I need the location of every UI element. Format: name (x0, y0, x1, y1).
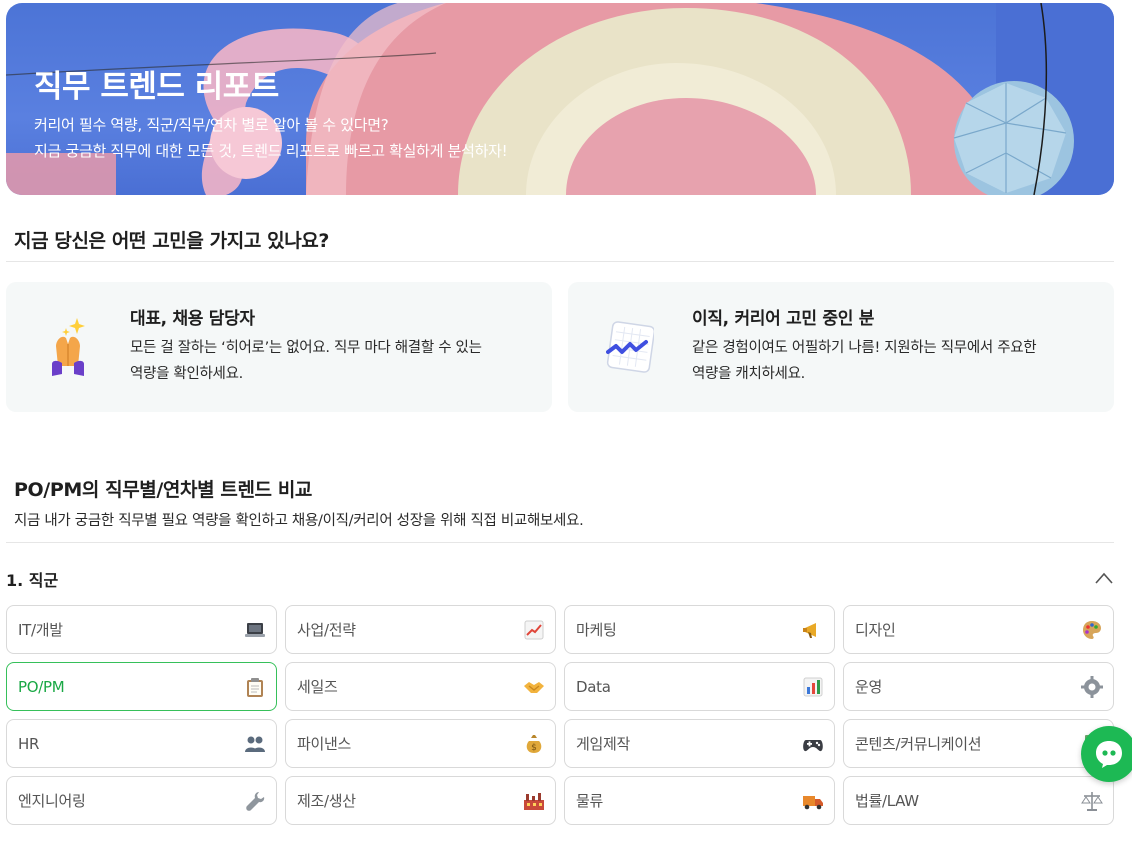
job-group-option[interactable]: 세일즈 (285, 662, 556, 711)
job-group-option[interactable]: IT/개발 (6, 605, 277, 654)
job-group-option[interactable]: 제조/생산 (285, 776, 556, 825)
compare-title: PO/PM의 직무별/연차별 트렌드 비교 (14, 479, 312, 501)
gear-icon (1081, 675, 1103, 698)
hero-subtitle-line1: 커리어 필수 역량, 직군/직무/연차 별로 알아 볼 수 있다면? (34, 116, 389, 134)
job-group-label: 디자인 (855, 621, 896, 639)
job-group-option[interactable]: 엔지니어링 (6, 776, 277, 825)
card-title: 대표, 채용 담당자 (130, 309, 255, 329)
job-group-label: HR (18, 734, 40, 753)
category-label: 1. 직군 (6, 571, 59, 590)
job-group-option[interactable]: PO/PM (6, 662, 277, 711)
scales-icon (1081, 791, 1103, 811)
clipboard-icon (247, 677, 263, 697)
job-group-option[interactable]: 물류 (564, 776, 835, 825)
card-description: 같은 경험이여도 어필하기 나름! 지원하는 직무에서 주요한 역량을 캐치하세… (692, 335, 1092, 387)
factory-icon (524, 792, 544, 810)
card-desc-line: 모든 걸 잘하는 ‘히어로’는 없어요. 직무 마다 해결할 수 있는 (130, 340, 482, 356)
megaphone-icon (803, 622, 816, 638)
job-group-option[interactable]: Data (564, 662, 835, 711)
gamepad-icon (803, 739, 823, 751)
job-group-label: PO/PM (18, 677, 65, 696)
palette-icon (1083, 620, 1101, 639)
job-group-grid: IT/개발 사업/전략 마케팅 디자인 PO/PM 세일즈 Data 운영 HR 파이낸스 $ 게임제… (6, 605, 1114, 825)
card-desc-line: 역량을 캐치하세요. (692, 366, 805, 382)
job-group-option[interactable]: 디자인 (843, 605, 1114, 654)
chart-up-icon (524, 620, 544, 639)
job-group-option[interactable]: 콘텐츠/커뮤니케이션 (843, 719, 1114, 768)
job-group-label: 법률/LAW (855, 792, 919, 810)
question-title: 지금 당신은 어떤 고민을 가지고 있나요? (14, 230, 329, 252)
job-group-label: 물류 (576, 792, 604, 810)
chart-card-icon (606, 321, 654, 373)
laptop-icon (245, 622, 265, 637)
divider (6, 542, 1114, 543)
praying-hands-icon (52, 318, 85, 376)
wrench-icon (246, 791, 265, 811)
job-group-label: 운영 (855, 678, 883, 696)
job-group-label: Data (576, 677, 611, 696)
people-icon (245, 736, 265, 752)
job-group-label: 제조/생산 (297, 792, 356, 810)
job-group-label: 사업/전략 (297, 621, 356, 639)
svg-text:$: $ (531, 743, 537, 753)
job-group-option[interactable]: 파이낸스 $ (285, 719, 556, 768)
job-group-label: 마케팅 (576, 621, 617, 639)
chat-button[interactable] (1081, 726, 1132, 782)
job-group-label: 콘텐츠/커뮤니케이션 (855, 735, 982, 753)
job-group-option[interactable]: 사업/전략 (285, 605, 556, 654)
job-group-option[interactable]: 게임제작 (564, 719, 835, 768)
job-group-label: IT/개발 (18, 621, 63, 639)
job-group-option[interactable]: 법률/LAW (843, 776, 1114, 825)
job-group-label: 게임제작 (576, 735, 631, 753)
persona-card-employer: 대표, 채용 담당자 모든 걸 잘하는 ‘히어로’는 없어요. 직무 마다 해결… (6, 282, 552, 412)
job-group-option[interactable]: 마케팅 (564, 605, 835, 654)
card-title: 이직, 커리어 고민 중인 분 (692, 309, 875, 329)
compare-subtitle: 지금 내가 궁금한 직무별 필요 역량을 확인하고 채용/이직/커리어 성장을 … (14, 513, 584, 529)
hero-title: 직무 트렌드 리포트 (34, 69, 279, 105)
hero-subtitle-line2: 지금 궁금한 직무에 대한 모든 것, 트렌드 리포트로 빠르고 확실하게 분석… (34, 142, 508, 160)
persona-card-job-seeker: 이직, 커리어 고민 중인 분 같은 경험이여도 어필하기 나름! 지원하는 직… (568, 282, 1114, 412)
handshake-icon (524, 681, 544, 693)
bar-chart-icon (803, 677, 823, 696)
hero-banner: 직무 트렌드 리포트 커리어 필수 역량, 직군/직무/연차 별로 알아 볼 수… (6, 3, 1114, 195)
money-bag-icon: $ (526, 734, 542, 753)
job-group-label: 세일즈 (297, 678, 338, 696)
job-group-label: 파이낸스 (297, 735, 352, 753)
job-group-label: 엔지니어링 (18, 792, 86, 810)
card-description: 모든 걸 잘하는 ‘히어로’는 없어요. 직무 마다 해결할 수 있는 역량을 … (130, 335, 530, 387)
job-group-option[interactable]: 운영 (843, 662, 1114, 711)
job-group-option[interactable]: HR (6, 719, 277, 768)
card-desc-line: 역량을 확인하세요. (130, 366, 243, 382)
card-desc-line: 같은 경험이여도 어필하기 나름! 지원하는 직무에서 주요한 (692, 340, 1037, 356)
divider (6, 261, 1114, 262)
chevron-up-icon[interactable] (1094, 570, 1114, 586)
truck-icon (803, 795, 823, 809)
chat-bubble-icon (1096, 741, 1122, 768)
